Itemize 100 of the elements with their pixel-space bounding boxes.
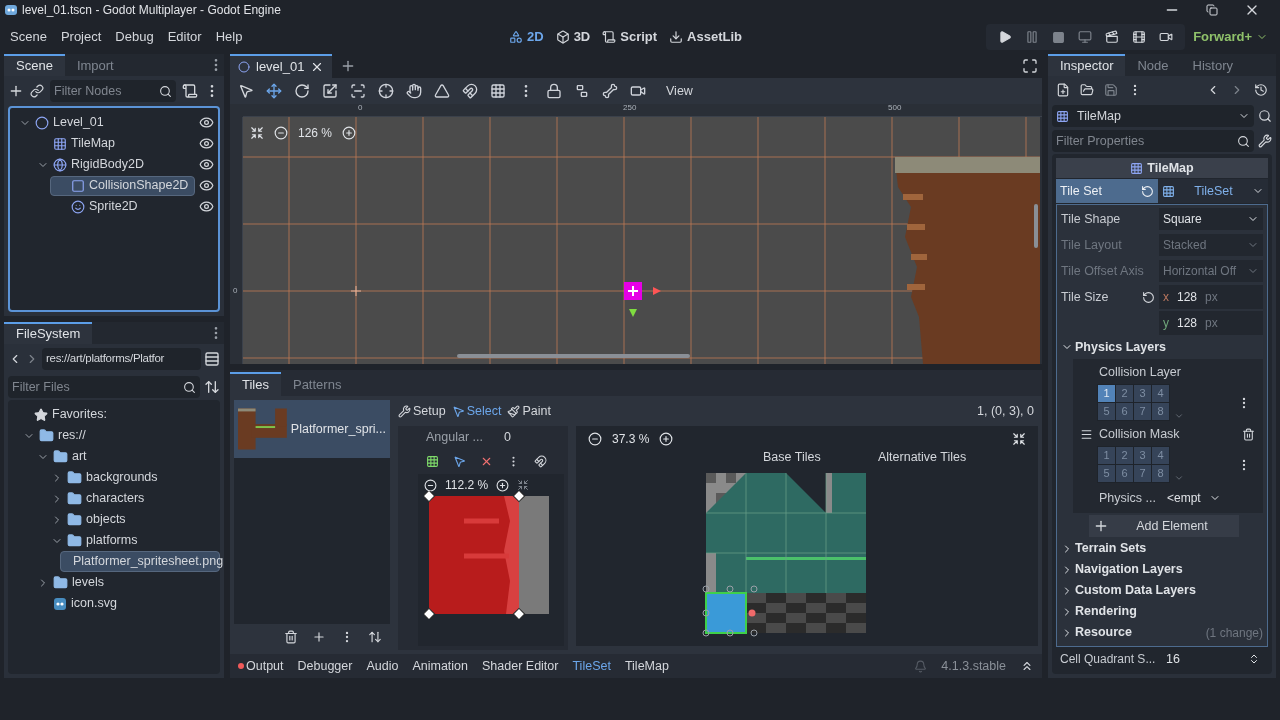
- group-header[interactable]: Resource (1 change): [1061, 623, 1263, 642]
- visibility-eye-icon[interactable]: [199, 178, 214, 193]
- restore-icon[interactable]: [1206, 4, 1218, 16]
- bottom-tab[interactable]: Animation: [412, 656, 468, 676]
- bottom-tab[interactable]: Shader Editor: [482, 656, 559, 676]
- tree-item[interactable]: Sprite2D: [50, 196, 195, 217]
- add-element-button[interactable]: Add Element: [1089, 515, 1239, 537]
- filter-files-field[interactable]: Filter Files: [8, 376, 200, 398]
- path-field[interactable]: res://art/platforms/Platfor: [42, 348, 201, 370]
- delete-icon[interactable]: [284, 630, 298, 644]
- view-menu[interactable]: View: [666, 81, 693, 101]
- toolbar-icon[interactable]: [490, 83, 506, 99]
- toolbar-icon[interactable]: [378, 83, 394, 99]
- tab[interactable]: FileSystem: [4, 322, 93, 344]
- bottom-tab[interactable]: TileMap: [624, 656, 669, 676]
- main-screen-button[interactable]: Script: [598, 27, 662, 47]
- toolbar-icon[interactable]: [602, 83, 618, 99]
- tree-item[interactable]: RigidBody2D: [32, 154, 195, 175]
- menu-item[interactable]: Debug: [109, 27, 160, 47]
- tree-item[interactable]: CollisionShape2D: [50, 175, 195, 196]
- tab[interactable]: History: [1180, 54, 1245, 76]
- toolbar-icon[interactable]: [406, 83, 422, 99]
- mode-button[interactable]: Select: [451, 401, 502, 421]
- docs-search-icon[interactable]: [1258, 109, 1272, 123]
- tab[interactable]: Import: [64, 54, 126, 76]
- zoom-out-icon[interactable]: [274, 126, 288, 140]
- bottom-tab[interactable]: TileSet: [572, 656, 611, 676]
- file-tree-item[interactable]: backgrounds: [46, 467, 220, 488]
- menu-item[interactable]: Help: [209, 27, 249, 47]
- main-screen-button[interactable]: 3D: [551, 27, 595, 47]
- visibility-eye-icon[interactable]: [199, 199, 214, 214]
- file-tree-item[interactable]: levels: [32, 572, 220, 593]
- sort-icon[interactable]: [204, 379, 220, 395]
- distraction-free-icon[interactable]: [1022, 58, 1038, 74]
- zoom-level[interactable]: 37.3 %: [612, 430, 650, 448]
- mode-button[interactable]: Paint: [507, 401, 551, 421]
- resource-picker[interactable]: TileSet: [1158, 179, 1268, 203]
- file-tree-item[interactable]: res://: [18, 425, 220, 446]
- enum-dropdown[interactable]: Square: [1159, 208, 1263, 230]
- group-header[interactable]: Custom Data Layers: [1061, 581, 1263, 600]
- toolbar-icon[interactable]: [434, 83, 450, 99]
- tool-icon[interactable]: [266, 83, 282, 99]
- main-screen-button[interactable]: AssetLib: [665, 27, 746, 47]
- tab[interactable]: Patterns: [280, 372, 354, 396]
- source-item[interactable]: Platformer_spri...: [234, 400, 390, 458]
- file-tree-item[interactable]: characters: [46, 488, 220, 509]
- drag-handle-icon[interactable]: [1079, 427, 1093, 441]
- filter-properties-field[interactable]: Filter Properties: [1052, 130, 1254, 152]
- add-node-icon[interactable]: [8, 83, 24, 99]
- menu-item[interactable]: Editor: [161, 27, 208, 47]
- visibility-eye-icon[interactable]: [199, 157, 214, 172]
- main-screen-button[interactable]: 2D: [505, 27, 548, 47]
- bottom-tab[interactable]: Audio: [366, 656, 399, 676]
- attach-script-icon[interactable]: [182, 83, 198, 99]
- zoom-out-icon[interactable]: [588, 432, 602, 446]
- tool-icon[interactable]: [238, 83, 254, 99]
- save-icon[interactable]: [1104, 83, 1118, 97]
- zoom-in-icon[interactable]: [342, 126, 357, 140]
- tab[interactable]: Tiles: [230, 372, 281, 396]
- visibility-eye-icon[interactable]: [199, 136, 214, 151]
- tab[interactable]: Inspector: [1048, 54, 1126, 76]
- open-folder-icon[interactable]: [1080, 83, 1094, 97]
- stop-icon[interactable]: [1052, 30, 1066, 44]
- property-value[interactable]: 0: [504, 427, 511, 447]
- zoom-in-icon[interactable]: [496, 478, 510, 492]
- zoom-in-icon[interactable]: [659, 432, 674, 446]
- revert-icon[interactable]: [1142, 290, 1155, 304]
- material-dropdown[interactable]: <empt: [1167, 489, 1221, 507]
- center-view-icon[interactable]: [250, 126, 264, 140]
- group-header[interactable]: Navigation Layers: [1061, 560, 1263, 579]
- delete-icon[interactable]: [1242, 427, 1255, 441]
- menu-item[interactable]: Scene: [4, 27, 53, 47]
- group-header[interactable]: Rendering: [1061, 602, 1263, 621]
- tree-item[interactable]: TileMap: [32, 133, 195, 154]
- tree-item[interactable]: Level_01: [14, 112, 195, 133]
- vector-component-field[interactable]: x 128 px: [1159, 285, 1263, 309]
- filter-nodes-field[interactable]: Filter Nodes: [50, 80, 176, 102]
- mode-button[interactable]: Setup: [398, 401, 446, 421]
- file-tree-item[interactable]: platforms: [46, 530, 220, 551]
- visibility-eye-icon[interactable]: [199, 115, 214, 130]
- new-resource-icon[interactable]: [1056, 83, 1070, 97]
- number-spinbox[interactable]: 16: [1162, 649, 1264, 669]
- renderer-dropdown[interactable]: Forward+: [1193, 27, 1280, 47]
- group-header[interactable]: Physics Layers: [1061, 337, 1263, 357]
- center-view-icon[interactable]: [1012, 432, 1026, 446]
- toolbar-icon[interactable]: [350, 83, 366, 99]
- link-icon[interactable]: [30, 84, 44, 98]
- sort-icon[interactable]: [368, 630, 382, 644]
- snap-icon[interactable]: [534, 454, 547, 468]
- tool-icon[interactable]: [294, 83, 310, 99]
- toolbar-icon[interactable]: [462, 83, 478, 99]
- play-icon[interactable]: [998, 30, 1013, 44]
- horizontal-scrollbar[interactable]: [457, 354, 690, 358]
- tools-icon[interactable]: [1258, 134, 1272, 148]
- zoom-out-icon[interactable]: [424, 478, 437, 492]
- vector-component-field[interactable]: y 128 px: [1159, 311, 1263, 335]
- add-icon[interactable]: [312, 630, 326, 644]
- history-icon[interactable]: [1254, 83, 1268, 97]
- pause-icon[interactable]: [1025, 30, 1040, 44]
- zoom-level[interactable]: 126 %: [298, 124, 333, 142]
